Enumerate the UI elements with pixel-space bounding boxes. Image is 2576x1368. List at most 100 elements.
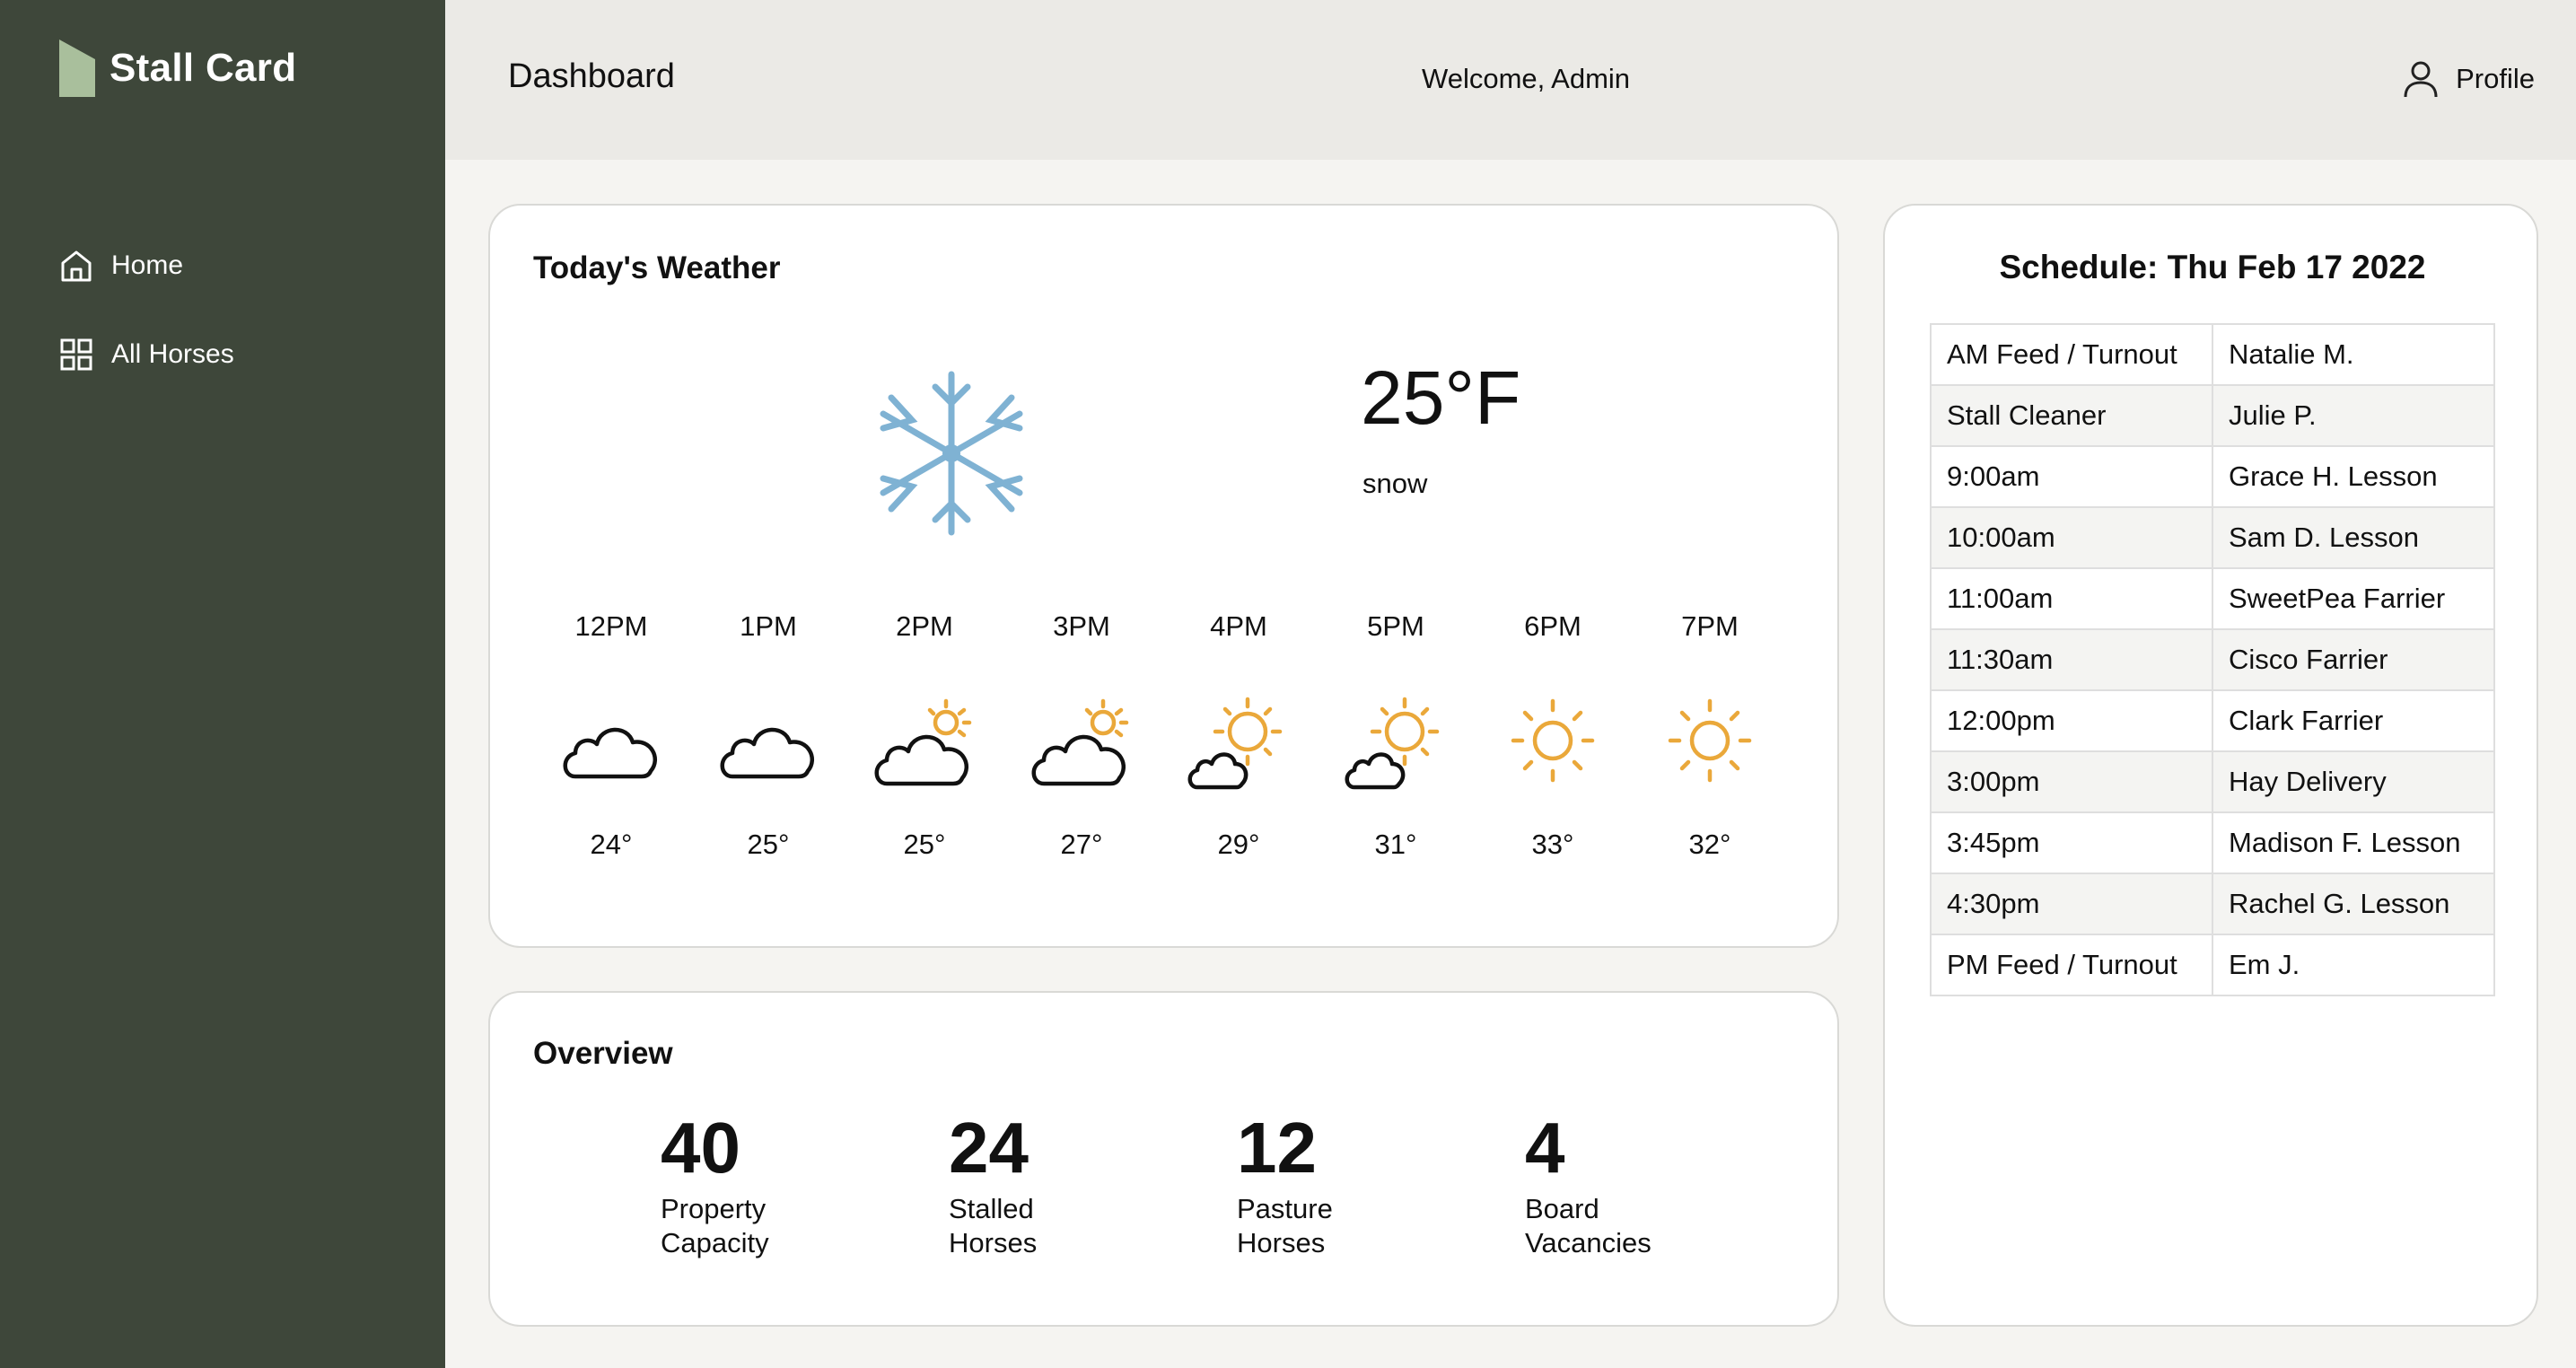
schedule-task-cell: Grace H. Lesson xyxy=(2212,445,2495,508)
table-row: 10:00am Sam D. Lesson xyxy=(1930,506,2495,569)
hour-time: 7PM xyxy=(1681,610,1739,642)
schedule-time-cell: 9:00am xyxy=(1930,445,2213,508)
stat-label: Property Capacity xyxy=(661,1193,769,1258)
schedule-time-cell: 4:30pm xyxy=(1930,873,2213,935)
sidebar-item-home[interactable]: Home xyxy=(59,249,183,283)
hour-time: 1PM xyxy=(740,610,797,642)
schedule-time-cell: 3:45pm xyxy=(1930,811,2213,874)
current-condition: snow xyxy=(1362,468,1428,499)
hour-weather-icon xyxy=(857,687,992,794)
cloud-sun-icon xyxy=(1031,698,1129,786)
schedule-task-cell: Cisco Farrier xyxy=(2212,628,2495,691)
hour-time: 3PM xyxy=(1053,610,1110,642)
table-row: 9:00am Grace H. Lesson xyxy=(1930,445,2495,508)
home-icon xyxy=(61,250,92,282)
schedule-task-cell: Hay Delivery xyxy=(2212,750,2495,813)
current-temperature: 25°F xyxy=(1361,355,1521,440)
hour-weather-icon xyxy=(1328,687,1463,794)
hour-temperature: 24° xyxy=(590,829,633,860)
hour-weather-icon xyxy=(1485,687,1620,794)
schedule-time-cell: Stall Cleaner xyxy=(1930,384,2213,447)
hour-temperature: 31° xyxy=(1374,829,1417,860)
hour-time: 12PM xyxy=(574,610,648,642)
hour-weather-icon xyxy=(544,687,679,794)
table-row: 12:00pm Clark Farrier xyxy=(1930,689,2495,752)
schedule-task-cell: Natalie M. xyxy=(2212,323,2495,386)
overview-title: Overview xyxy=(533,1036,673,1071)
sun-cloud-icon xyxy=(1187,697,1283,790)
table-row: 11:00am SweetPea Farrier xyxy=(1930,567,2495,630)
hour-weather-icon xyxy=(1643,687,1777,794)
schedule-time-cell: 10:00am xyxy=(1930,506,2213,569)
overview-card: Overview 40 Property Capacity 24 Stalled… xyxy=(488,991,1839,1327)
hour-temperature: 33° xyxy=(1531,829,1574,860)
hour-temperature: 27° xyxy=(1060,829,1103,860)
sidebar: Stall Card Home All Horses xyxy=(0,0,445,1368)
stat-label: Pasture Horses xyxy=(1237,1193,1333,1258)
stat-value: 4 xyxy=(1525,1108,1565,1188)
schedule-task-cell: SweetPea Farrier xyxy=(2212,567,2495,630)
cloud-icon xyxy=(720,727,814,779)
schedule-task-cell: Julie P. xyxy=(2212,384,2495,447)
schedule-card: Schedule: Thu Feb 17 2022 AM Feed / Turn… xyxy=(1883,204,2538,1327)
hour-temperature: 25° xyxy=(903,829,946,860)
app-name: Stall Card xyxy=(110,46,297,90)
table-row: AM Feed / Turnout Natalie M. xyxy=(1930,323,2495,386)
cloud-icon xyxy=(563,727,657,779)
hour-temperature: 29° xyxy=(1217,829,1260,860)
hour-time: 2PM xyxy=(896,610,953,642)
profile-button[interactable]: Profile xyxy=(2402,59,2535,99)
hour-weather-icon xyxy=(1014,687,1149,794)
cloud-sun-icon xyxy=(874,698,972,786)
schedule-title: Schedule: Thu Feb 17 2022 xyxy=(1999,249,2426,285)
schedule-time-cell: 11:00am xyxy=(1930,567,2213,630)
hour-time: 5PM xyxy=(1367,610,1424,642)
profile-label: Profile xyxy=(2456,63,2535,94)
sidebar-item-label: Home xyxy=(111,250,184,280)
stat-value: 40 xyxy=(661,1108,740,1188)
hour-temperature: 32° xyxy=(1688,829,1731,860)
table-row: 3:00pm Hay Delivery xyxy=(1930,750,2495,813)
page-title: Dashboard xyxy=(508,57,675,95)
weather-title: Today's Weather xyxy=(533,250,781,285)
hour-temperature: 25° xyxy=(747,829,790,860)
schedule-time-cell: PM Feed / Turnout xyxy=(1930,934,2213,996)
stat-board-vacancies: 4 Board Vacancies xyxy=(1525,1108,1704,1260)
table-row: 11:30am Cisco Farrier xyxy=(1930,628,2495,691)
schedule-table: AM Feed / Turnout Natalie M. Stall Cleane… xyxy=(1930,323,2495,996)
stat-value: 24 xyxy=(949,1108,1029,1188)
schedule-task-cell: Madison F. Lesson xyxy=(2212,811,2495,874)
stat-label: Board Vacancies xyxy=(1525,1193,1652,1258)
stat-property-capacity: 40 Property Capacity xyxy=(661,1108,840,1260)
schedule-time-cell: 3:00pm xyxy=(1930,750,2213,813)
stat-stalled-horses: 24 Stalled Horses xyxy=(949,1108,1128,1260)
top-header: Dashboard Welcome, Admin Profile xyxy=(445,0,2576,160)
user-icon xyxy=(2404,61,2438,98)
schedule-task-cell: Sam D. Lesson xyxy=(2212,506,2495,569)
table-row: Stall Cleaner Julie P. xyxy=(1930,384,2495,447)
sun-icon xyxy=(1511,698,1595,783)
sidebar-item-all-horses[interactable]: All Horses xyxy=(59,338,234,372)
snowflake-icon xyxy=(880,371,1023,536)
sidebar-item-label: All Horses xyxy=(111,339,234,369)
table-row: 3:45pm Madison F. Lesson xyxy=(1930,811,2495,874)
schedule-task-cell: Clark Farrier xyxy=(2212,689,2495,752)
hour-time: 4PM xyxy=(1210,610,1267,642)
stat-value: 12 xyxy=(1237,1108,1317,1188)
sun-icon xyxy=(1668,698,1752,783)
grid-icon xyxy=(60,338,92,371)
hour-time: 6PM xyxy=(1524,610,1582,642)
app-logo[interactable]: Stall Card xyxy=(59,39,296,97)
schedule-time-cell: AM Feed / Turnout xyxy=(1930,323,2213,386)
stall-logo-icon xyxy=(59,39,95,97)
welcome-message: Welcome, Admin xyxy=(1422,63,1631,94)
stat-pasture-horses: 12 Pasture Horses xyxy=(1237,1108,1416,1260)
sun-cloud-icon xyxy=(1345,697,1440,790)
stat-label: Stalled Horses xyxy=(949,1193,1038,1258)
schedule-time-cell: 12:00pm xyxy=(1930,689,2213,752)
schedule-task-cell: Rachel G. Lesson xyxy=(2212,873,2495,935)
hour-weather-icon xyxy=(701,687,836,794)
schedule-task-cell: Em J. xyxy=(2212,934,2495,996)
table-row: PM Feed / Turnout Em J. xyxy=(1930,934,2495,996)
hour-weather-icon xyxy=(1171,687,1306,794)
